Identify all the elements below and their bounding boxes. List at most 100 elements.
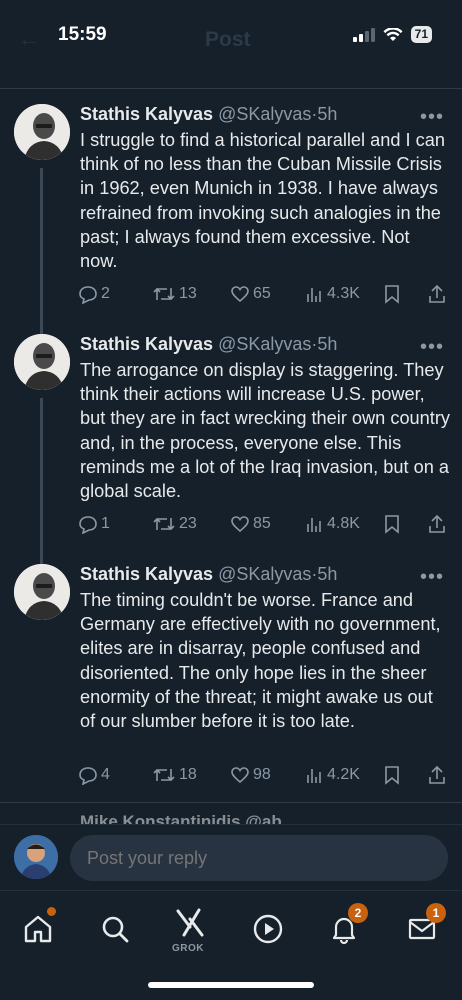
share-button[interactable] xyxy=(428,284,446,304)
author-name[interactable]: Stathis Kalyvas xyxy=(80,334,213,354)
home-notification-dot xyxy=(47,907,56,916)
tweet-header: Stathis Kalyvas @SKalyvas·5h xyxy=(80,334,337,355)
tweet-header: Stathis Kalyvas @SKalyvas·5h xyxy=(80,564,337,585)
like-button[interactable]: 85 xyxy=(230,514,271,534)
share-button[interactable] xyxy=(428,765,446,785)
repost-count: 23 xyxy=(179,515,197,532)
reply-icon xyxy=(79,767,97,785)
views-icon xyxy=(307,769,321,783)
bookmark-button[interactable] xyxy=(384,765,400,785)
views-count: 4.8K xyxy=(327,515,360,532)
tweet-actions: 4 18 98 4.2K xyxy=(78,765,450,789)
tab-notifications[interactable]: 2 xyxy=(324,903,368,949)
avatar[interactable] xyxy=(14,835,58,879)
views-button[interactable]: 4.3K xyxy=(306,284,360,304)
views-count: 4.3K xyxy=(327,285,360,302)
post-time: 5h xyxy=(317,104,338,124)
divider xyxy=(0,88,462,89)
like-count: 98 xyxy=(253,766,271,783)
tab-messages[interactable]: 1 xyxy=(402,903,446,949)
repost-button[interactable]: 23 xyxy=(152,514,197,534)
home-icon xyxy=(24,915,52,943)
reply-icon xyxy=(79,286,97,304)
heart-icon xyxy=(231,286,249,303)
more-options-icon[interactable]: ••• xyxy=(420,336,444,359)
views-button[interactable]: 4.2K xyxy=(306,765,360,785)
repost-count: 13 xyxy=(179,285,197,302)
grok-label: GROK xyxy=(172,943,204,954)
views-count: 4.2K xyxy=(327,766,360,783)
tweet-header: Stathis Kalyvas @SKalyvas·5h xyxy=(80,104,337,125)
tweet[interactable]: Stathis Kalyvas @SKalyvas·5h ••• The arr… xyxy=(0,334,462,564)
wifi-icon xyxy=(383,27,403,41)
bookmark-button[interactable] xyxy=(384,514,400,534)
status-indicators: 71 xyxy=(352,26,432,43)
reply-icon xyxy=(79,516,97,534)
reply-button[interactable]: 4 xyxy=(78,765,110,785)
notifications-badge: 2 xyxy=(348,903,368,923)
heart-icon xyxy=(231,516,249,533)
tab-search[interactable] xyxy=(95,909,135,949)
tweet-text: The arrogance on display is staggering. … xyxy=(80,360,450,502)
tweet[interactable]: Stathis Kalyvas @SKalyvas·5h ••• The tim… xyxy=(0,564,462,785)
reply-composer xyxy=(0,824,462,890)
reply-button[interactable]: 1 xyxy=(78,514,110,534)
tab-video[interactable] xyxy=(248,909,288,949)
author-handle[interactable]: @SKalyvas xyxy=(218,104,311,124)
thread-line xyxy=(40,398,43,564)
share-icon xyxy=(429,514,445,533)
home-indicator[interactable] xyxy=(148,982,314,988)
author-name[interactable]: Stathis Kalyvas xyxy=(80,104,213,124)
like-count: 65 xyxy=(253,285,271,302)
reply-count: 4 xyxy=(101,766,110,783)
tweet-text: I struggle to find a historical parallel… xyxy=(80,130,445,272)
tweet[interactable]: Stathis Kalyvas @SKalyvas·5h ••• I strug… xyxy=(0,104,462,348)
avatar[interactable] xyxy=(14,564,70,620)
more-options-icon[interactable]: ••• xyxy=(420,566,444,589)
repost-button[interactable]: 18 xyxy=(152,765,197,785)
search-icon xyxy=(102,916,129,943)
reply-count: 1 xyxy=(101,515,110,532)
repost-count: 18 xyxy=(179,766,197,783)
cellular-signal-icon xyxy=(352,27,375,42)
post-time: 5h xyxy=(317,334,338,354)
like-button[interactable]: 65 xyxy=(230,284,271,304)
messages-badge: 1 xyxy=(426,903,446,923)
avatar[interactable] xyxy=(14,334,70,390)
like-button[interactable]: 98 xyxy=(230,765,271,785)
page-title: Post xyxy=(205,28,251,51)
tab-home[interactable] xyxy=(18,907,58,949)
status-time: 15:59 xyxy=(58,24,107,45)
author-handle[interactable]: @SKalyvas xyxy=(218,564,311,584)
repost-icon xyxy=(153,768,175,782)
repost-icon xyxy=(153,287,175,301)
share-button[interactable] xyxy=(428,514,446,534)
like-count: 85 xyxy=(253,515,271,532)
battery-indicator: 71 xyxy=(410,26,432,43)
reply-button[interactable]: 2 xyxy=(78,284,110,304)
divider xyxy=(0,802,462,803)
tweet-text: The timing couldn't be worse. France and… xyxy=(80,590,441,732)
tab-grok[interactable] xyxy=(170,903,210,943)
bookmark-icon xyxy=(385,285,399,304)
heart-icon xyxy=(231,767,249,784)
views-button[interactable]: 4.8K xyxy=(306,514,360,534)
post-time: 5h xyxy=(317,564,338,584)
more-options-icon[interactable]: ••• xyxy=(420,106,444,129)
bookmark-button[interactable] xyxy=(384,284,400,304)
grok-icon xyxy=(176,908,204,937)
repost-button[interactable]: 13 xyxy=(152,284,197,304)
play-icon xyxy=(253,914,283,944)
reply-input[interactable] xyxy=(70,835,448,881)
author-name[interactable]: Stathis Kalyvas xyxy=(80,564,213,584)
tweet-actions: 2 13 65 4.3K xyxy=(78,284,450,308)
back-arrow-icon[interactable]: ← xyxy=(18,26,40,52)
views-icon xyxy=(307,288,321,302)
thread-line xyxy=(40,168,43,348)
author-handle[interactable]: @SKalyvas xyxy=(218,334,311,354)
bookmark-icon xyxy=(385,766,399,785)
share-icon xyxy=(429,765,445,784)
reply-count: 2 xyxy=(101,285,110,302)
views-icon xyxy=(307,518,321,532)
avatar[interactable] xyxy=(14,104,70,160)
